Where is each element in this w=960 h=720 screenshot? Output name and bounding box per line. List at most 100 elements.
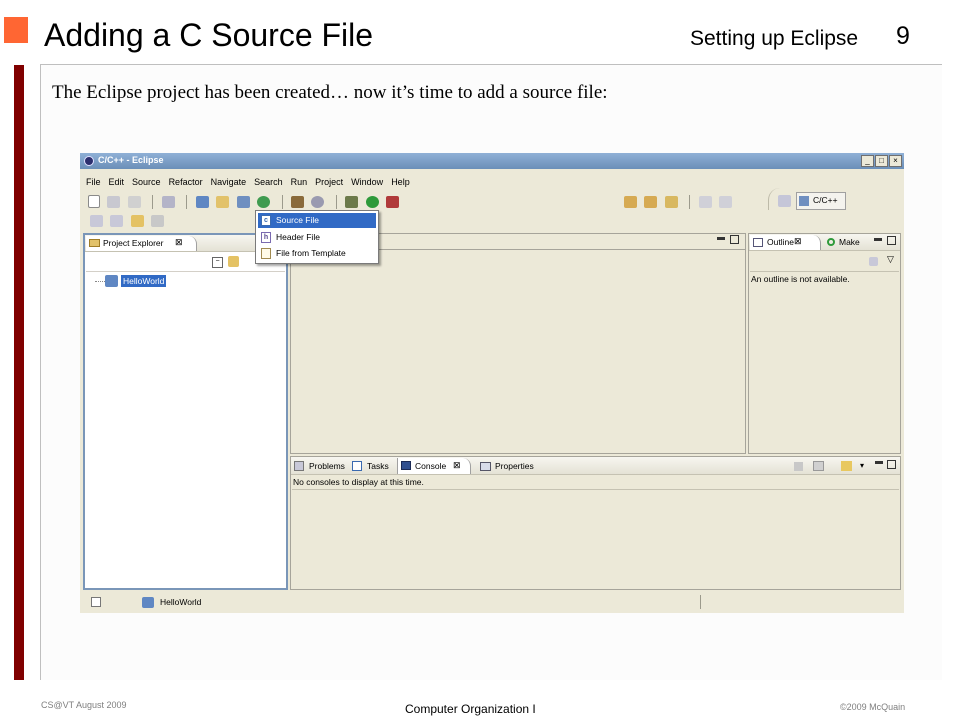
target-icon[interactable]	[311, 195, 325, 208]
toolbar-separator	[152, 194, 154, 209]
dropdown-item-file-from-template[interactable]: File from Template	[258, 246, 376, 261]
left-accent-bar	[14, 65, 24, 680]
back-arrow-icon[interactable]	[130, 214, 144, 227]
new-icon[interactable]	[88, 195, 100, 209]
open-perspective-icon[interactable]	[778, 195, 791, 207]
open-element-icon[interactable]	[644, 195, 658, 208]
footer-center: Computer Organization I	[405, 702, 536, 716]
outline-minimize-icon[interactable]	[874, 238, 882, 241]
eclipse-app-icon	[84, 156, 94, 166]
outline-content: An outline is not available.	[750, 271, 899, 453]
explorer-separator	[86, 271, 285, 272]
menu-window[interactable]: Window	[347, 176, 387, 189]
make-target-icon	[827, 238, 835, 246]
external-tools-icon[interactable]	[386, 195, 400, 208]
editor-area	[290, 233, 746, 454]
tab-project-explorer[interactable]: Project Explorer ⊠	[86, 236, 197, 251]
status-project-icon	[142, 597, 154, 608]
prev-annotation-icon[interactable]	[698, 195, 712, 208]
perspective-label: C/C++	[813, 195, 838, 205]
tab-outline[interactable]: Outline ⊠	[750, 235, 821, 250]
menu-edit[interactable]: Edit	[105, 176, 129, 189]
dropdown-item-label: Header File	[276, 232, 320, 242]
console-minimize-icon[interactable]	[875, 461, 883, 464]
close-tab-icon[interactable]: ⊠	[175, 237, 183, 248]
properties-icon	[480, 462, 491, 471]
editor-maximize-icon[interactable]	[730, 235, 739, 244]
toolbar-separator	[689, 194, 691, 209]
print-icon[interactable]	[127, 195, 141, 208]
menu-project[interactable]: Project	[311, 176, 347, 189]
maximize-icon[interactable]: □	[875, 155, 888, 167]
search-icon[interactable]	[664, 195, 678, 208]
dropdown-item-label: File from Template	[276, 248, 346, 258]
eclipse-window-title: C/C++ - Eclipse	[98, 155, 164, 165]
console-separator	[292, 489, 899, 490]
project-explorer-panel: Project Explorer ⊠ − HelloWorld	[83, 233, 288, 590]
menu-search[interactable]: Search	[250, 176, 287, 189]
menu-run[interactable]: Run	[287, 176, 312, 189]
template-file-icon	[261, 248, 271, 259]
new-source-file-icon[interactable]	[236, 195, 250, 208]
link-with-editor-icon[interactable]	[228, 256, 239, 267]
menu-file[interactable]: File	[82, 176, 105, 189]
dropdown-item-source-file[interactable]: c Source File	[258, 213, 376, 228]
close-tab-icon[interactable]: ⊠	[453, 460, 461, 471]
forward-arrow-icon[interactable]	[151, 214, 165, 227]
menu-help[interactable]: Help	[387, 176, 414, 189]
eclipse-title-bar[interactable]: C/C++ - Eclipse _ □ ×	[80, 153, 904, 169]
new-c-project-icon[interactable]	[195, 195, 209, 208]
footer-left: CS@VT August 2009	[41, 700, 127, 710]
perspective-cpp-button[interactable]: C/C++	[796, 192, 846, 210]
view-menu-icon[interactable]: ▽	[887, 254, 894, 265]
dropdown-item-header-file[interactable]: h Header File	[258, 230, 376, 245]
open-type-icon[interactable]	[624, 195, 637, 208]
menu-navigate[interactable]: Navigate	[207, 176, 251, 189]
dropdown-item-label: Source File	[276, 215, 319, 225]
c-source-file-icon: c	[261, 215, 271, 226]
console-view-menu-icon[interactable]: ▾	[860, 461, 864, 470]
tab-make[interactable]: Make	[825, 235, 869, 250]
display-console-icon[interactable]	[813, 461, 824, 471]
menu-source[interactable]: Source	[128, 176, 165, 189]
tree-item-helloworld[interactable]: HelloWorld	[121, 275, 167, 287]
close-tab-icon[interactable]: ⊠	[794, 236, 802, 247]
outline-maximize-icon[interactable]	[887, 236, 896, 245]
clear-console-icon[interactable]	[794, 462, 803, 471]
outline-message: An outline is not available.	[751, 274, 850, 284]
open-console-icon[interactable]	[841, 461, 852, 471]
build-hammer-icon[interactable]	[290, 195, 304, 208]
last-edit-icon[interactable]	[90, 214, 103, 227]
collapse-all-icon[interactable]: −	[212, 257, 223, 268]
save-icon[interactable]	[107, 195, 121, 208]
console-content: No consoles to display at this time.	[292, 475, 899, 588]
slide-body-text: The Eclipse project has been created… no…	[52, 82, 608, 103]
console-tab-label: Console	[415, 461, 447, 471]
console-maximize-icon[interactable]	[887, 460, 896, 469]
minimize-icon[interactable]: _	[861, 155, 874, 167]
build-all-icon[interactable]	[161, 195, 175, 208]
tab-console[interactable]: Console ⊠	[397, 458, 471, 474]
project-explorer-tab-label: Project Explorer	[103, 238, 164, 248]
next-edit-icon[interactable]	[110, 214, 124, 227]
slide-page-number: 9	[896, 22, 910, 50]
project-icon	[105, 275, 118, 287]
cpp-perspective-icon	[799, 196, 809, 206]
menu-refactor[interactable]: Refactor	[165, 176, 207, 189]
tab-tasks[interactable]: Tasks	[351, 459, 395, 473]
toolbar-separator	[186, 194, 188, 209]
new-folder-icon[interactable]	[216, 195, 230, 208]
editor-minimize-icon[interactable]	[717, 237, 725, 240]
next-annotation-icon[interactable]	[719, 195, 733, 208]
new-class-icon[interactable]	[257, 195, 271, 208]
close-icon[interactable]: ×	[889, 155, 902, 167]
outline-filter-icon[interactable]	[869, 257, 878, 266]
tab-properties[interactable]: Properties	[479, 459, 541, 473]
tab-problems[interactable]: Problems	[293, 459, 349, 473]
debug-icon[interactable]	[345, 195, 359, 208]
console-icon	[401, 461, 411, 470]
fast-view-icon[interactable]	[91, 597, 101, 607]
run-icon[interactable]	[365, 195, 379, 208]
status-bar: HelloWorld	[80, 593, 904, 613]
eclipse-window: C/C++ - Eclipse _ □ × File Edit Source Refa…	[80, 153, 904, 613]
